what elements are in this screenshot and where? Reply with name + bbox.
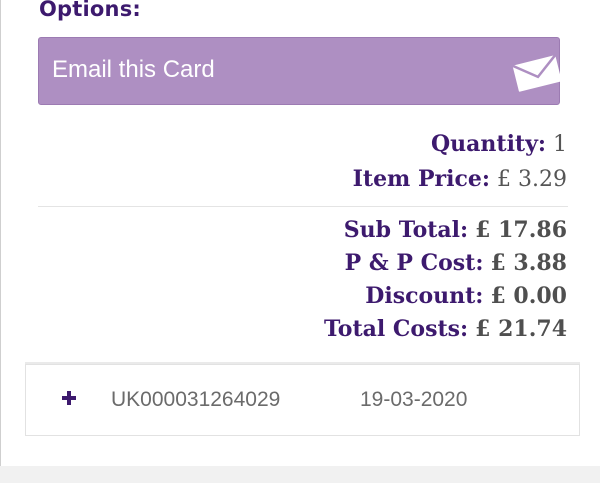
options-heading: Options:	[39, 0, 141, 21]
sub-total-label: Sub Total:	[343, 217, 469, 243]
quantity-row: Quantity: 1	[353, 127, 567, 162]
email-card-button[interactable]: Email this Card	[38, 37, 562, 105]
total-costs-value: £ 21.74	[475, 316, 567, 342]
page-footer-strip	[0, 466, 600, 483]
discount-label: Discount:	[365, 283, 484, 309]
pp-cost-row: P & P Cost: £ 3.88	[324, 247, 567, 280]
total-costs-label: Total Costs:	[323, 316, 469, 342]
email-card-label: Email this Card	[52, 56, 215, 83]
quantity-value: 1	[553, 132, 567, 157]
item-summary: Quantity: 1 Item Price: £ 3.29	[353, 127, 567, 197]
totals-summary: Sub Total: £ 17.86 P & P Cost: £ 3.88 Di…	[324, 214, 567, 346]
order-id: UK000031264029	[111, 388, 281, 411]
item-price-label: Item Price:	[352, 166, 491, 192]
pp-cost-value: £ 3.88	[490, 250, 567, 276]
sub-total-row: Sub Total: £ 17.86	[324, 214, 567, 247]
summary-divider	[38, 206, 568, 207]
quantity-label: Quantity:	[431, 131, 546, 157]
item-price-row: Item Price: £ 3.29	[353, 162, 567, 197]
discount-row: Discount: £ 0.00	[324, 280, 567, 313]
pp-cost-label: P & P Cost:	[344, 250, 484, 276]
plus-icon[interactable]	[59, 388, 79, 408]
item-price-value: £ 3.29	[497, 167, 567, 192]
envelope-icon	[512, 54, 562, 92]
order-row: UK000031264029 19-03-2020	[25, 364, 580, 436]
discount-value: £ 0.00	[490, 283, 567, 309]
order-date: 19-03-2020	[360, 388, 468, 411]
order-panel: Options: Email this Card Quantity: 1 Ite…	[0, 0, 600, 466]
sub-total-value: £ 17.86	[475, 217, 567, 243]
total-costs-row: Total Costs: £ 21.74	[324, 313, 567, 346]
